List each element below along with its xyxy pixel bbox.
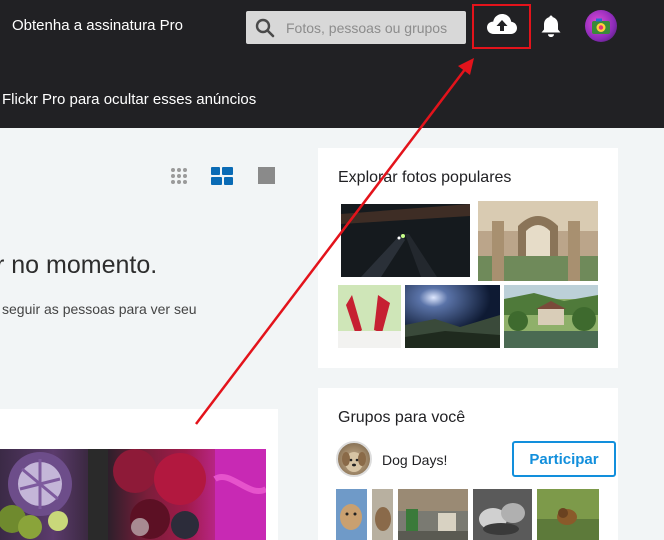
search-input[interactable]	[286, 11, 462, 44]
group-photo[interactable]	[372, 489, 393, 540]
grid-view-icon[interactable]	[170, 167, 188, 190]
ad-banner-text[interactable]: Flickr Pro para ocultar esses anúncios	[2, 91, 256, 108]
search-box[interactable]	[246, 11, 466, 44]
explore-popular-card: Explorar fotos populares	[318, 148, 618, 368]
group-photo[interactable]	[336, 489, 367, 540]
group-photo[interactable]	[398, 489, 468, 540]
top-navigation-bar: Obtenha a assinatura Pro	[0, 0, 664, 52]
cloud-upload-icon	[486, 12, 518, 41]
join-group-button[interactable]: Participar	[512, 441, 616, 477]
group-row: Dog Days! Participar	[336, 441, 616, 477]
group-name[interactable]: Dog Days!	[382, 452, 447, 468]
user-avatar[interactable]	[585, 10, 617, 42]
abandoned-church-photo[interactable]	[478, 201, 598, 281]
single-view-icon[interactable]	[258, 167, 275, 189]
search-icon	[255, 18, 275, 43]
get-pro-link[interactable]: Obtenha a assinatura Pro	[12, 17, 183, 34]
vegetables-photo[interactable]	[0, 449, 266, 540]
notifications-bell-icon[interactable]	[540, 14, 562, 43]
empty-feed-subtitle: seguir as pessoas para ver seu	[2, 301, 197, 317]
medium-view-icon[interactable]	[211, 167, 233, 190]
group-avatar[interactable]	[336, 441, 372, 477]
group-photo[interactable]	[473, 489, 532, 540]
feed-card	[0, 409, 278, 540]
night-landscape-photo[interactable]	[405, 285, 500, 348]
groups-for-you-card: Grupos para você Dog Days! Participar	[318, 388, 618, 540]
night-train-photo[interactable]	[341, 204, 470, 277]
ad-banner: Flickr Pro para ocultar esses anúncios	[0, 52, 664, 128]
upload-button[interactable]	[472, 4, 531, 49]
red-shoes-photo[interactable]	[338, 285, 401, 348]
group-photo[interactable]	[537, 489, 599, 540]
countryside-house-photo[interactable]	[504, 285, 598, 348]
empty-feed-title: r no momento.	[0, 251, 158, 279]
explore-title[interactable]: Explorar fotos populares	[338, 169, 511, 187]
groups-title: Grupos para você	[338, 409, 466, 426]
